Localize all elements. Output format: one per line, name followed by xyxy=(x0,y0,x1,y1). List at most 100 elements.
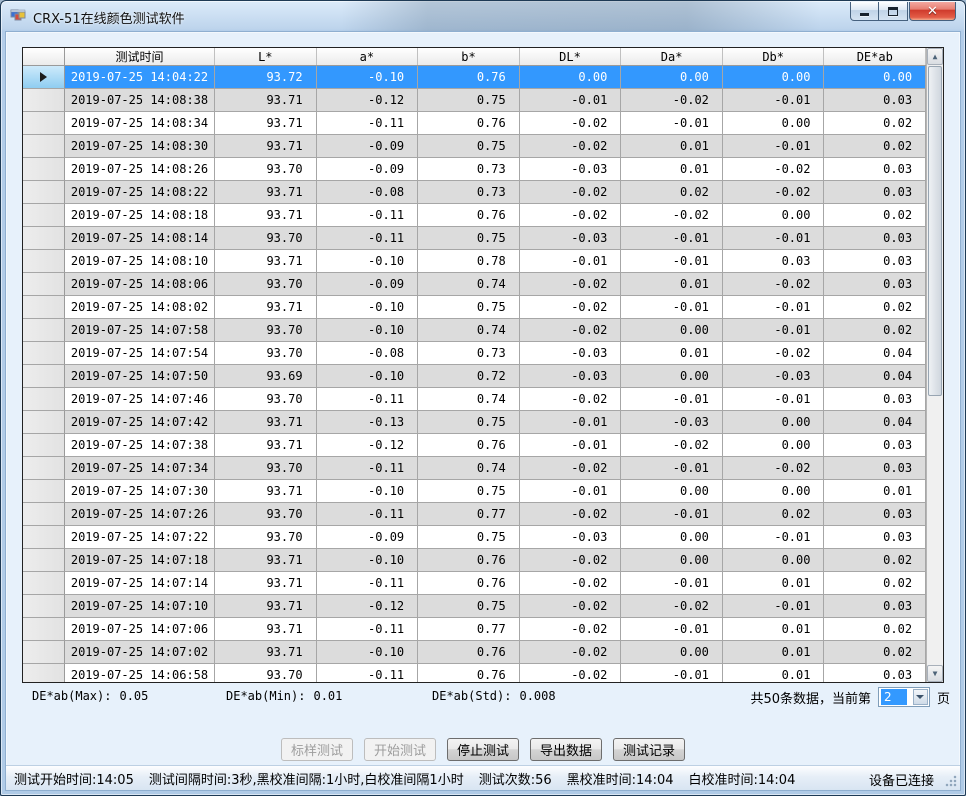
cell[interactable]: -0.11 xyxy=(317,664,419,682)
cell[interactable]: -0.02 xyxy=(520,273,622,296)
cell[interactable]: 2019-07-25 14:07:14 xyxy=(65,572,215,595)
cell[interactable]: 2019-07-25 14:08:38 xyxy=(65,89,215,112)
cell[interactable]: 0.72 xyxy=(418,365,520,388)
cell[interactable]: -0.09 xyxy=(317,526,419,549)
cell[interactable]: -0.02 xyxy=(520,296,622,319)
cell[interactable]: 0.03 xyxy=(723,250,825,273)
cell[interactable]: -0.02 xyxy=(520,135,622,158)
cell[interactable]: 93.71 xyxy=(215,135,317,158)
table-row[interactable]: 2019-07-25 14:07:5093.69-0.100.72-0.030.… xyxy=(23,365,926,388)
cell[interactable]: 0.02 xyxy=(824,572,926,595)
cell[interactable]: 93.71 xyxy=(215,296,317,319)
cell[interactable]: 0.03 xyxy=(824,457,926,480)
row-header-cell[interactable] xyxy=(23,618,65,641)
cell[interactable]: -0.10 xyxy=(317,549,419,572)
cell[interactable]: -0.10 xyxy=(317,319,419,342)
table-row[interactable]: 2019-07-25 14:04:2293.72-0.100.760.000.0… xyxy=(23,66,926,89)
cell[interactable]: -0.02 xyxy=(520,181,622,204)
cell[interactable]: -0.01 xyxy=(621,112,723,135)
cell[interactable]: 0.00 xyxy=(621,526,723,549)
cell[interactable]: 0.00 xyxy=(621,480,723,503)
cell[interactable]: 2019-07-25 14:07:06 xyxy=(65,618,215,641)
cell[interactable]: -0.03 xyxy=(520,227,622,250)
cell[interactable]: 0.00 xyxy=(723,434,825,457)
cell[interactable]: -0.03 xyxy=(723,365,825,388)
cell[interactable]: 0.03 xyxy=(824,158,926,181)
table-row[interactable]: 2019-07-25 14:08:1093.71-0.100.78-0.01-0… xyxy=(23,250,926,273)
table-row[interactable]: 2019-07-25 14:08:1493.70-0.110.75-0.03-0… xyxy=(23,227,926,250)
cell[interactable]: 0.01 xyxy=(621,135,723,158)
cell[interactable]: 0.01 xyxy=(723,641,825,664)
cell[interactable]: -0.01 xyxy=(723,89,825,112)
cell[interactable]: 0.00 xyxy=(824,66,926,89)
cell[interactable]: 0.02 xyxy=(824,296,926,319)
cell[interactable]: 0.78 xyxy=(418,250,520,273)
cell[interactable]: -0.01 xyxy=(723,319,825,342)
cell[interactable]: 93.69 xyxy=(215,365,317,388)
action-button[interactable]: 测试记录 xyxy=(613,738,685,761)
resize-grip-icon[interactable] xyxy=(945,775,957,787)
cell[interactable]: 0.75 xyxy=(418,526,520,549)
cell[interactable]: 93.71 xyxy=(215,204,317,227)
cell[interactable]: 2019-07-25 14:08:30 xyxy=(65,135,215,158)
cell[interactable]: 0.74 xyxy=(418,273,520,296)
row-header-cell[interactable] xyxy=(23,89,65,112)
cell[interactable]: 2019-07-25 14:07:50 xyxy=(65,365,215,388)
cell[interactable]: 0.01 xyxy=(621,342,723,365)
table-row[interactable]: 2019-07-25 14:07:5493.70-0.080.73-0.030.… xyxy=(23,342,926,365)
cell[interactable]: 93.71 xyxy=(215,595,317,618)
table-row[interactable]: 2019-07-25 14:06:5893.70-0.110.76-0.02-0… xyxy=(23,664,926,682)
cell[interactable]: 93.70 xyxy=(215,526,317,549)
row-header-cell[interactable] xyxy=(23,227,65,250)
cell[interactable]: -0.02 xyxy=(520,618,622,641)
cell[interactable]: 0.02 xyxy=(621,181,723,204)
cell[interactable]: -0.02 xyxy=(621,434,723,457)
cell[interactable]: 2019-07-25 14:07:30 xyxy=(65,480,215,503)
cell[interactable]: -0.03 xyxy=(520,526,622,549)
cell[interactable]: -0.02 xyxy=(520,641,622,664)
cell[interactable]: -0.02 xyxy=(520,572,622,595)
row-header-cell[interactable] xyxy=(23,503,65,526)
table-row[interactable]: 2019-07-25 14:07:4293.71-0.130.75-0.01-0… xyxy=(23,411,926,434)
cell[interactable]: -0.02 xyxy=(520,549,622,572)
cell[interactable]: 0.02 xyxy=(824,135,926,158)
cell[interactable]: 0.76 xyxy=(418,204,520,227)
row-header-cell[interactable] xyxy=(23,526,65,549)
row-header-cell[interactable] xyxy=(23,388,65,411)
row-header-cell[interactable] xyxy=(23,411,65,434)
cell[interactable]: -0.02 xyxy=(520,388,622,411)
cell[interactable]: 0.04 xyxy=(824,365,926,388)
table-row[interactable]: 2019-07-25 14:07:5893.70-0.100.74-0.020.… xyxy=(23,319,926,342)
table-row[interactable]: 2019-07-25 14:07:1493.71-0.110.76-0.02-0… xyxy=(23,572,926,595)
cell[interactable]: 0.75 xyxy=(418,89,520,112)
cell[interactable]: 93.70 xyxy=(215,342,317,365)
column-header-L[interactable]: L* xyxy=(215,48,317,65)
row-header-cell[interactable] xyxy=(23,480,65,503)
table-row[interactable]: 2019-07-25 14:08:3893.71-0.120.75-0.01-0… xyxy=(23,89,926,112)
cell[interactable]: 93.71 xyxy=(215,641,317,664)
cell[interactable]: 0.76 xyxy=(418,66,520,89)
cell[interactable]: 0.75 xyxy=(418,296,520,319)
cell[interactable]: 0.03 xyxy=(824,434,926,457)
cell[interactable]: 2019-07-25 14:08:26 xyxy=(65,158,215,181)
cell[interactable]: -0.01 xyxy=(520,480,622,503)
cell[interactable]: -0.13 xyxy=(317,411,419,434)
close-button[interactable]: ✕ xyxy=(909,2,956,21)
cell[interactable]: -0.11 xyxy=(317,388,419,411)
cell[interactable]: 0.76 xyxy=(418,434,520,457)
cell[interactable]: 93.71 xyxy=(215,181,317,204)
cell[interactable]: 0.00 xyxy=(723,112,825,135)
cell[interactable]: -0.01 xyxy=(723,526,825,549)
page-select-arrow-button[interactable] xyxy=(913,689,928,705)
cell[interactable]: 0.00 xyxy=(621,641,723,664)
column-header-Da[interactable]: Da* xyxy=(621,48,723,65)
cell[interactable]: 0.03 xyxy=(824,388,926,411)
action-button[interactable]: 停止测试 xyxy=(447,738,519,761)
cell[interactable]: 0.00 xyxy=(723,549,825,572)
row-header-cell[interactable] xyxy=(23,250,65,273)
row-header-cell[interactable] xyxy=(23,319,65,342)
cell[interactable]: 93.71 xyxy=(215,112,317,135)
cell[interactable]: 93.72 xyxy=(215,66,317,89)
row-header-cell[interactable] xyxy=(23,457,65,480)
cell[interactable]: 0.02 xyxy=(824,204,926,227)
